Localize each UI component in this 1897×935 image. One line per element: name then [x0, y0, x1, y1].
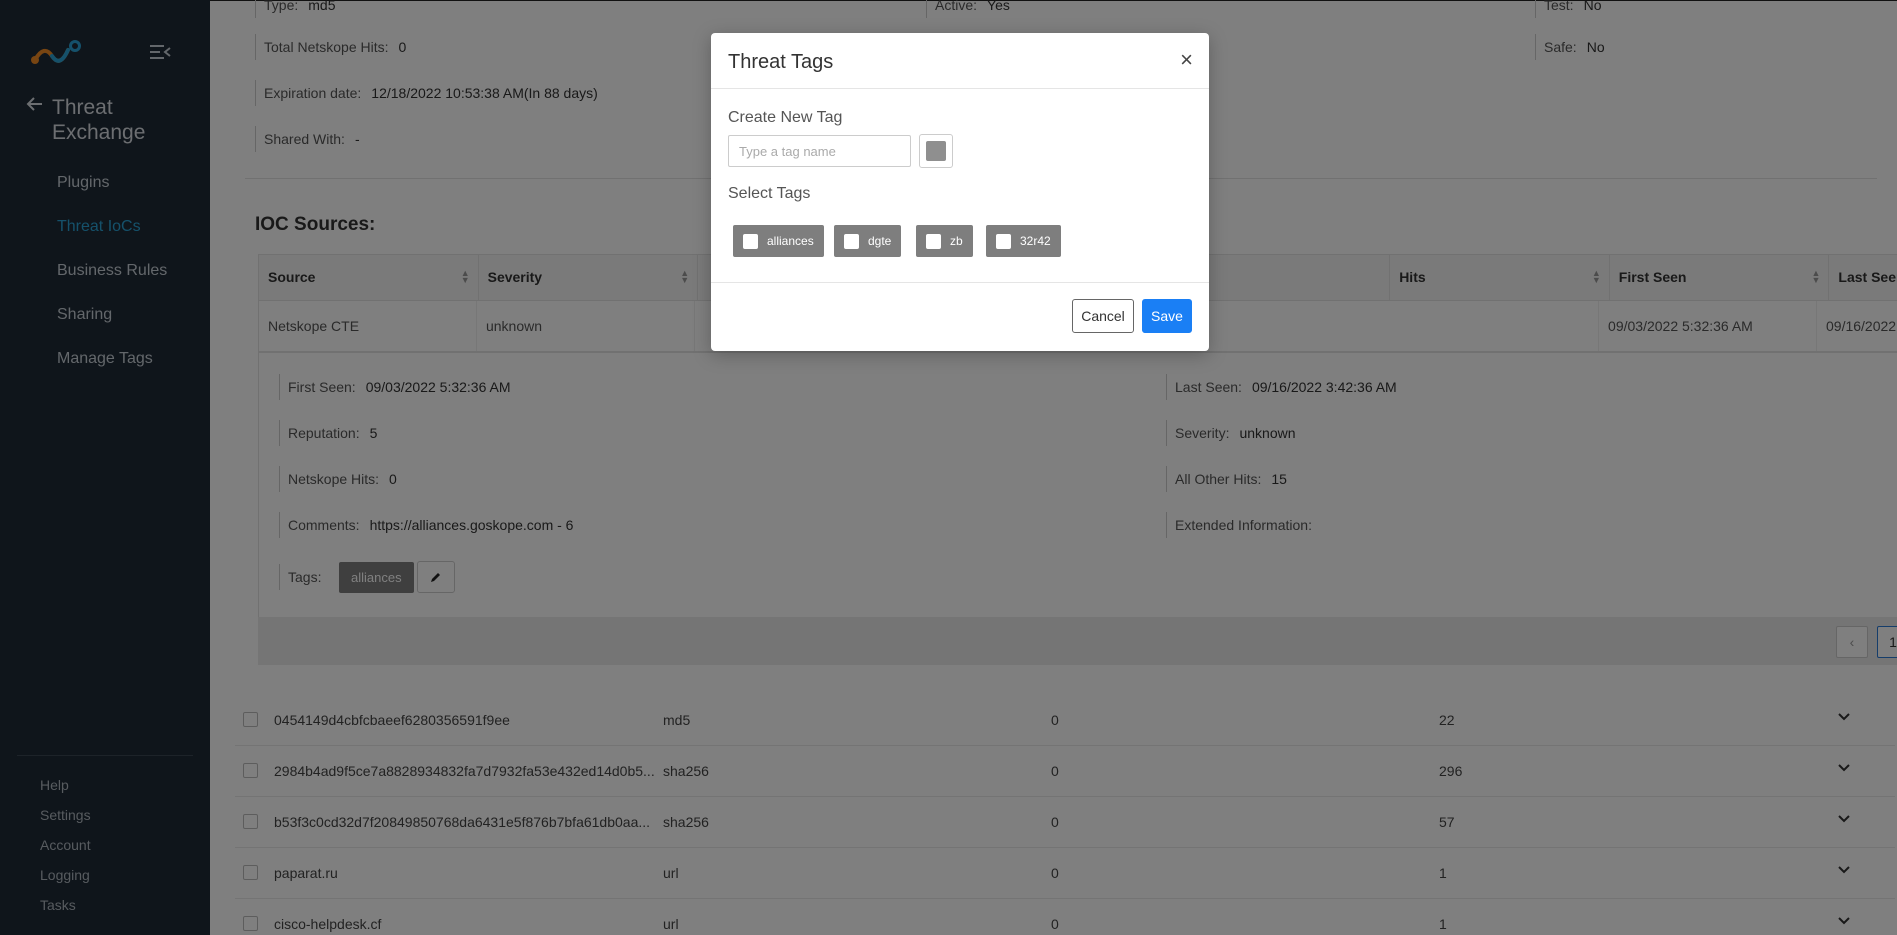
cancel-button[interactable]: Cancel [1072, 299, 1134, 333]
tag-color-picker[interactable] [919, 134, 953, 168]
tag-checkbox[interactable] [844, 233, 859, 249]
tag-checkbox[interactable] [743, 233, 758, 249]
color-swatch-icon [926, 141, 946, 161]
modal-header: Threat Tags × [711, 33, 1209, 89]
select-tag-dgte[interactable]: dgte [834, 225, 902, 257]
select-tag-zb[interactable]: zb [916, 225, 973, 257]
tag-checkbox[interactable] [926, 233, 941, 249]
close-icon[interactable]: × [1180, 49, 1193, 71]
select-tag-alliances[interactable]: alliances [733, 225, 824, 257]
threat-tags-modal: Threat Tags × Create New Tag Select Tags… [711, 33, 1209, 351]
tag-checkbox[interactable] [996, 233, 1011, 249]
modal-body: Create New Tag Select Tags alliances dgt… [711, 89, 1209, 283]
select-tags-label: Select Tags [728, 185, 811, 202]
create-new-tag-label: Create New Tag [728, 109, 843, 126]
modal-footer: Cancel Save [711, 283, 1209, 351]
select-tag-32r42[interactable]: 32r42 [986, 225, 1061, 257]
tag-name-input[interactable] [728, 135, 911, 167]
save-button[interactable]: Save [1142, 299, 1192, 333]
modal-title: Threat Tags [728, 51, 834, 73]
